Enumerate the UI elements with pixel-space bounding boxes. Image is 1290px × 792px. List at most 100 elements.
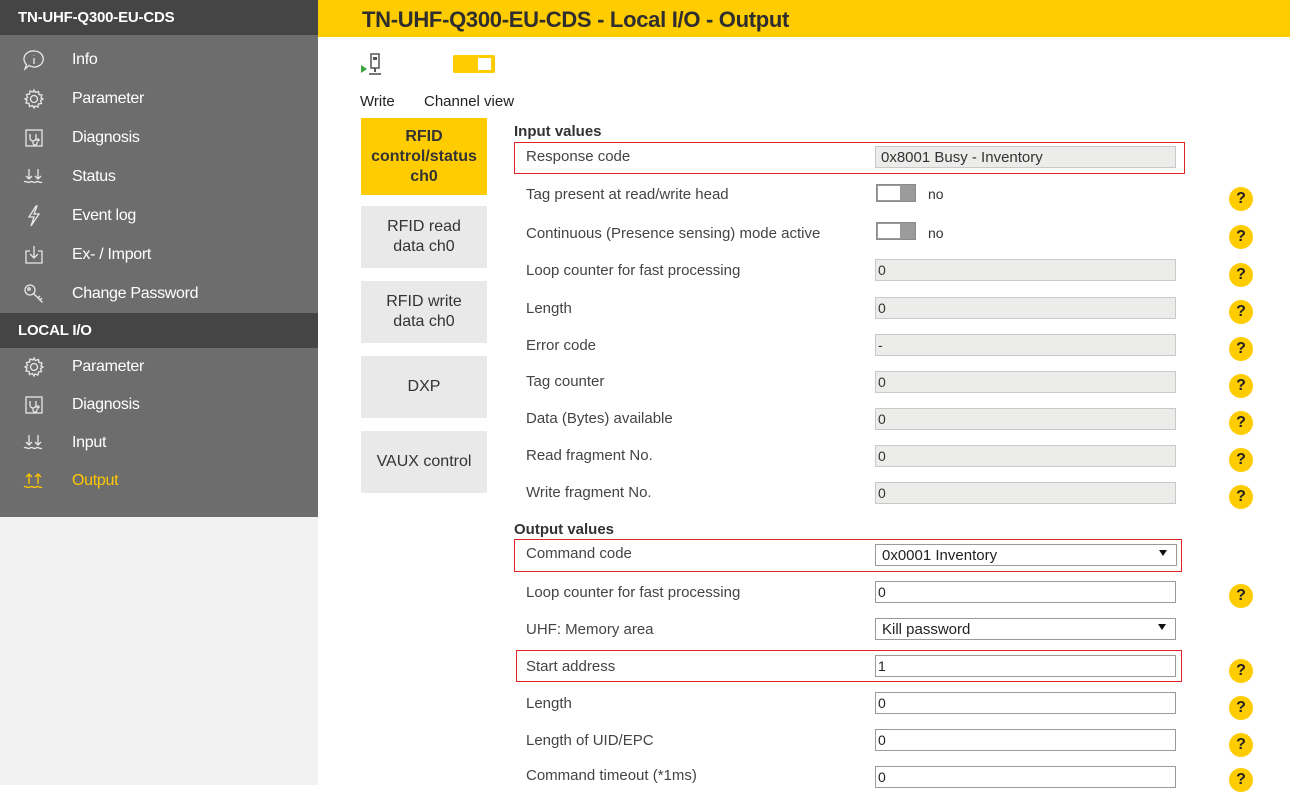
response-code-value: 0x8001 Busy - Inventory: [875, 146, 1176, 168]
continuous-mode-value: no: [928, 225, 944, 241]
data-available-label: Data (Bytes) available: [526, 410, 673, 427]
help-icon[interactable]: ?: [1229, 374, 1253, 398]
help-icon[interactable]: ?: [1229, 584, 1253, 608]
write-button[interactable]: [360, 52, 390, 82]
tab-label-line: VAUX control: [376, 453, 472, 470]
tab-rfid-control-status-ch0[interactable]: RFID control/status ch0: [361, 118, 487, 195]
toggle-knob: [478, 58, 491, 70]
header-bar: TN-UHF-Q300-EU-CDS - Local I/O - Output: [318, 0, 1290, 37]
page-title: TN-UHF-Q300-EU-CDS - Local I/O - Output: [362, 7, 790, 32]
sidebar-item-label: Info: [72, 50, 98, 68]
chevron-down-icon: [1159, 550, 1167, 556]
sidebar-item-status[interactable]: Status: [0, 157, 318, 196]
sidebar-item-label: Diagnosis: [72, 128, 140, 146]
tab-rfid-read-data-ch0[interactable]: RFID read data ch0: [361, 206, 487, 268]
output-icon: [20, 469, 48, 493]
command-timeout-label: Command timeout (*1ms): [526, 767, 697, 784]
continuous-mode-label: Continuous (Presence sensing) mode activ…: [526, 225, 821, 242]
output-values-title: Output values: [514, 521, 615, 538]
loop-counter-out-input[interactable]: 0: [875, 581, 1176, 603]
uid-length-input[interactable]: 0: [875, 729, 1176, 751]
tag-present-value: no: [928, 186, 944, 202]
sidebar-item-label: Input: [72, 434, 107, 451]
read-fragment-label: Read fragment No.: [526, 447, 653, 464]
channel-view-toggle[interactable]: [453, 55, 495, 73]
help-icon[interactable]: ?: [1229, 448, 1253, 472]
tab-dxp[interactable]: DXP: [361, 356, 487, 418]
tab-label-line: RFID read: [387, 218, 461, 235]
length-in-label: Length: [526, 300, 572, 317]
key-icon: [20, 282, 48, 306]
sidebar-item-label: Change Password: [72, 284, 199, 302]
tag-counter-label: Tag counter: [526, 373, 605, 390]
channel-view-label: Channel view: [424, 93, 515, 110]
help-icon[interactable]: ?: [1229, 187, 1253, 211]
memory-area-label: UHF: Memory area: [526, 621, 654, 638]
status-icon: [20, 165, 48, 189]
tab-vaux-control[interactable]: VAUX control: [361, 431, 487, 493]
memory-area-select[interactable]: Kill password: [875, 618, 1176, 640]
loop-counter-out-label: Loop counter for fast processing: [526, 584, 741, 601]
help-icon[interactable]: ?: [1229, 263, 1253, 287]
tag-counter-value: 0: [875, 371, 1176, 393]
chevron-down-icon: [1158, 624, 1166, 630]
sidebar-item-ex-import[interactable]: Ex- / Import: [0, 235, 318, 274]
sidebar-item-label: Ex- / Import: [72, 245, 152, 263]
local-io-nav-title: LOCAL I/O: [0, 313, 318, 348]
error-code-value: -: [875, 334, 1176, 356]
sidebar-item-local-input[interactable]: Input: [0, 424, 318, 462]
sidebar-item-diagnosis[interactable]: Diagnosis: [0, 118, 318, 157]
sidebar-item-info[interactable]: Info: [0, 40, 318, 79]
help-icon[interactable]: ?: [1229, 225, 1253, 249]
local-io-nav: LOCAL I/O Parameter Diagnosis Input Outp…: [0, 313, 318, 517]
sidebar-item-local-diagnosis[interactable]: Diagnosis: [0, 386, 318, 424]
tab-label-line: ch0: [410, 167, 438, 185]
error-code-label: Error code: [526, 337, 597, 354]
write-fragment-value: 0: [875, 482, 1176, 504]
help-icon[interactable]: ?: [1229, 768, 1253, 792]
help-icon[interactable]: ?: [1229, 300, 1253, 324]
help-icon[interactable]: ?: [1229, 659, 1253, 683]
tab-rfid-write-data-ch0[interactable]: RFID write data ch0: [361, 281, 487, 343]
sidebar-item-change-password[interactable]: Change Password: [0, 274, 318, 313]
import-icon: [20, 243, 48, 267]
tab-label-line: DXP: [407, 378, 441, 395]
diagnosis-icon: [20, 126, 48, 150]
sidebar-item-local-parameter[interactable]: Parameter: [0, 348, 318, 386]
command-code-select[interactable]: 0x0001 Inventory: [875, 544, 1177, 566]
uid-length-label: Length of UID/EPC: [526, 732, 654, 749]
command-code-value: 0x0001 Inventory: [882, 547, 998, 564]
tag-present-switch: [876, 184, 916, 202]
length-out-input[interactable]: 0: [875, 692, 1176, 714]
continuous-mode-switch: [876, 222, 916, 240]
device-nav-title: TN-UHF-Q300-EU-CDS: [0, 0, 318, 35]
gear-icon: [20, 87, 48, 111]
help-icon[interactable]: ?: [1229, 337, 1253, 361]
sidebar-item-label: Status: [72, 167, 116, 185]
length-in-value: 0: [875, 297, 1176, 319]
lightning-icon: [20, 204, 48, 228]
input-icon: [20, 431, 48, 455]
data-available-value: 0: [875, 408, 1176, 430]
diagnosis-icon: [20, 393, 48, 417]
tab-label-line: RFID: [405, 127, 443, 145]
sidebar-item-label: Parameter: [72, 358, 144, 375]
help-icon[interactable]: ?: [1229, 411, 1253, 435]
sidebar-item-parameter[interactable]: Parameter: [0, 79, 318, 118]
start-address-label: Start address: [526, 658, 616, 675]
help-icon[interactable]: ?: [1229, 485, 1253, 509]
device-nav: TN-UHF-Q300-EU-CDS Info Parameter Diagno…: [0, 0, 318, 313]
help-icon[interactable]: ?: [1229, 733, 1253, 757]
read-fragment-value: 0: [875, 445, 1176, 467]
sidebar-item-event-log[interactable]: Event log: [0, 196, 318, 235]
tab-label-line: data ch0: [393, 313, 455, 330]
tab-label-line: control/status: [371, 147, 477, 165]
sidebar-item-label: Event log: [72, 206, 137, 224]
help-icon[interactable]: ?: [1229, 696, 1253, 720]
start-address-input[interactable]: 1: [875, 655, 1176, 677]
sidebar-item-label: Diagnosis: [72, 396, 140, 413]
memory-area-value: Kill password: [882, 621, 971, 638]
tag-present-label: Tag present at read/write head: [526, 186, 729, 203]
tab-label-line: data ch0: [393, 238, 455, 255]
sidebar-item-local-output[interactable]: Output: [0, 462, 318, 500]
